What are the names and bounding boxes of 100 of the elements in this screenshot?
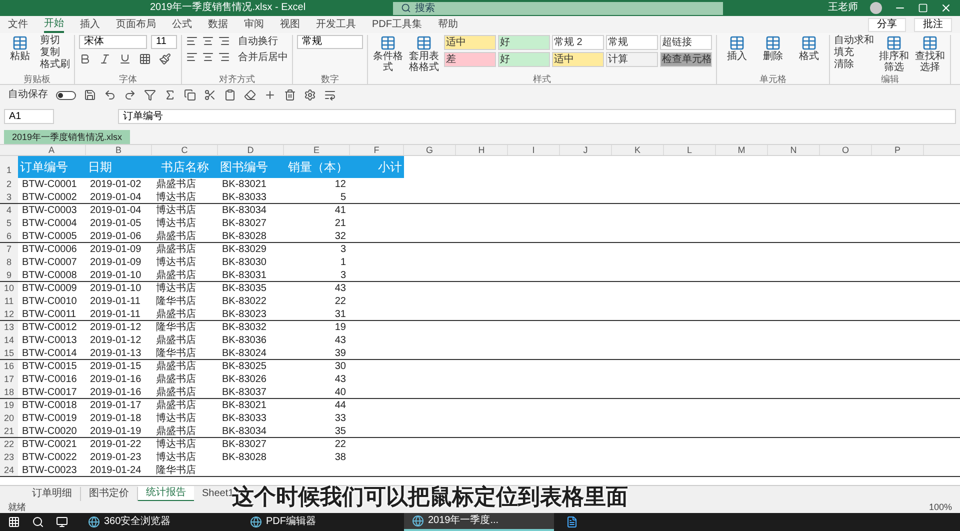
share-button[interactable]: 分享 — [868, 18, 906, 32]
ribbon-small-button[interactable]: 清除 — [834, 59, 874, 71]
avatar[interactable] — [870, 2, 882, 14]
search-icon[interactable] — [32, 516, 44, 528]
column-header[interactable]: M — [716, 145, 768, 155]
trash-icon[interactable] — [284, 89, 296, 101]
border-icon[interactable] — [139, 53, 151, 65]
row-header[interactable]: 10 — [0, 282, 18, 295]
ribbon-button[interactable]: 排序和筛选 — [878, 35, 910, 73]
plus-icon[interactable] — [264, 89, 276, 101]
formula-field[interactable]: 订单编号 — [118, 109, 956, 124]
sum-icon[interactable] — [164, 89, 176, 101]
menu-tab[interactable]: 开发工具 — [316, 18, 356, 32]
row-header[interactable]: 13 — [0, 321, 18, 334]
row-header[interactable]: 12 — [0, 308, 18, 320]
ribbon-button[interactable]: 删除 — [757, 35, 789, 62]
ribbon-small-button[interactable]: 格式刷 — [40, 59, 70, 71]
cell-style-swatch[interactable]: 好 — [498, 35, 550, 50]
row-header[interactable]: 20 — [0, 412, 18, 425]
row-header[interactable]: 7 — [0, 243, 18, 256]
menu-tab[interactable]: 帮助 — [438, 18, 458, 32]
align-center-icon[interactable] — [202, 51, 214, 63]
column-header[interactable]: O — [820, 145, 872, 155]
row-header[interactable]: 5 — [0, 217, 18, 230]
ribbon-small-button[interactable]: 复制 — [40, 47, 70, 59]
column-header[interactable]: F — [350, 145, 404, 155]
menu-tab[interactable]: 视图 — [280, 18, 300, 32]
menu-tab[interactable]: PDF工具集 — [372, 18, 422, 32]
number-format-field[interactable]: 常规 — [297, 35, 363, 49]
eraser-icon[interactable] — [244, 89, 256, 101]
align-left-icon[interactable] — [186, 51, 198, 63]
column-header[interactable]: A — [18, 145, 86, 155]
align-right-icon[interactable] — [218, 35, 230, 47]
ribbon-button[interactable]: 套用表格格式 — [408, 35, 440, 73]
ribbon-small-button[interactable]: 自动求和 — [834, 35, 874, 47]
underline-icon[interactable] — [119, 53, 131, 65]
taskbar-app[interactable]: 2019年一季度... — [404, 513, 554, 531]
row-header[interactable]: 6 — [0, 230, 18, 242]
column-header[interactable]: D — [218, 145, 284, 155]
cut-icon[interactable] — [204, 89, 216, 101]
undo-icon[interactable] — [104, 89, 116, 101]
row-header[interactable]: 8 — [0, 256, 18, 269]
wrap-icon[interactable] — [324, 89, 336, 101]
row-header[interactable]: 2 — [0, 178, 18, 191]
row-header[interactable]: 22 — [0, 438, 18, 451]
column-header[interactable]: E — [284, 145, 350, 155]
font-size-field[interactable]: 11 — [151, 35, 177, 49]
ribbon-button[interactable]: 插入 — [721, 35, 753, 62]
ribbon-small-button[interactable]: 填充 — [834, 47, 874, 59]
row-header[interactable]: 17 — [0, 373, 18, 386]
cell-style-swatch[interactable]: 常规 — [606, 35, 658, 50]
row-header[interactable]: 24 — [0, 464, 18, 476]
column-header[interactable]: L — [664, 145, 716, 155]
row-header[interactable]: 9 — [0, 269, 18, 281]
cell-style-swatch[interactable]: 差 — [444, 52, 496, 67]
cell-style-swatch[interactable]: 超链接 — [660, 35, 712, 50]
column-header[interactable]: K — [612, 145, 664, 155]
task-view-icon[interactable] — [56, 516, 68, 528]
row-header[interactable]: 18 — [0, 386, 18, 398]
column-header[interactable]: C — [152, 145, 218, 155]
ribbon-button[interactable]: 条件格式 — [372, 35, 404, 73]
autosave-toggle[interactable] — [56, 90, 76, 100]
workbook-tab[interactable]: 2019年一季度销售情况.xlsx — [4, 130, 130, 144]
ribbon-button[interactable]: 格式 — [793, 35, 825, 62]
name-box[interactable]: A1 — [4, 109, 54, 124]
row-header[interactable]: 3 — [0, 191, 18, 203]
italic-icon[interactable] — [99, 53, 111, 65]
row-header[interactable]: 19 — [0, 399, 18, 412]
cell-style-swatch[interactable]: 常规 2 — [552, 35, 604, 50]
close-icon[interactable] — [940, 2, 952, 14]
settings-icon[interactable] — [304, 89, 316, 101]
clipboard-icon[interactable] — [224, 89, 236, 101]
menu-tab[interactable]: 审阅 — [244, 18, 264, 32]
menu-tab[interactable]: 公式 — [172, 18, 192, 32]
align-right-icon[interactable] — [218, 51, 230, 63]
sheet-tab[interactable]: 统计报告 — [138, 486, 194, 502]
save-icon[interactable] — [84, 89, 96, 101]
font-name-field[interactable]: 宋体 — [79, 35, 147, 49]
row-header[interactable]: 21 — [0, 425, 18, 437]
menu-tab[interactable]: 插入 — [80, 18, 100, 32]
maximize-icon[interactable] — [918, 3, 928, 13]
menu-tab[interactable]: 文件 — [8, 18, 28, 32]
start-icon[interactable] — [8, 516, 20, 528]
column-header[interactable]: B — [86, 145, 152, 155]
cell-style-swatch[interactable]: 计算 — [606, 52, 658, 67]
column-header[interactable]: P — [872, 145, 924, 155]
menu-tab[interactable]: 页面布局 — [116, 18, 156, 32]
share-button[interactable]: 批注 — [914, 18, 952, 32]
ribbon-small-button[interactable]: 剪切 — [40, 35, 70, 47]
column-header[interactable]: G — [404, 145, 456, 155]
row-header[interactable]: 16 — [0, 360, 18, 373]
bold-icon[interactable] — [79, 53, 91, 65]
ribbon-button[interactable]: 粘贴 — [4, 35, 36, 62]
fill-color-icon[interactable] — [159, 53, 171, 65]
row-header[interactable]: 11 — [0, 295, 18, 308]
app-icon[interactable] — [566, 516, 578, 528]
cell-style-swatch[interactable]: 适中 — [552, 52, 604, 67]
copy-icon[interactable] — [184, 89, 196, 101]
column-header[interactable]: H — [456, 145, 508, 155]
ribbon-small-button[interactable]: 自动换行 — [238, 35, 288, 49]
